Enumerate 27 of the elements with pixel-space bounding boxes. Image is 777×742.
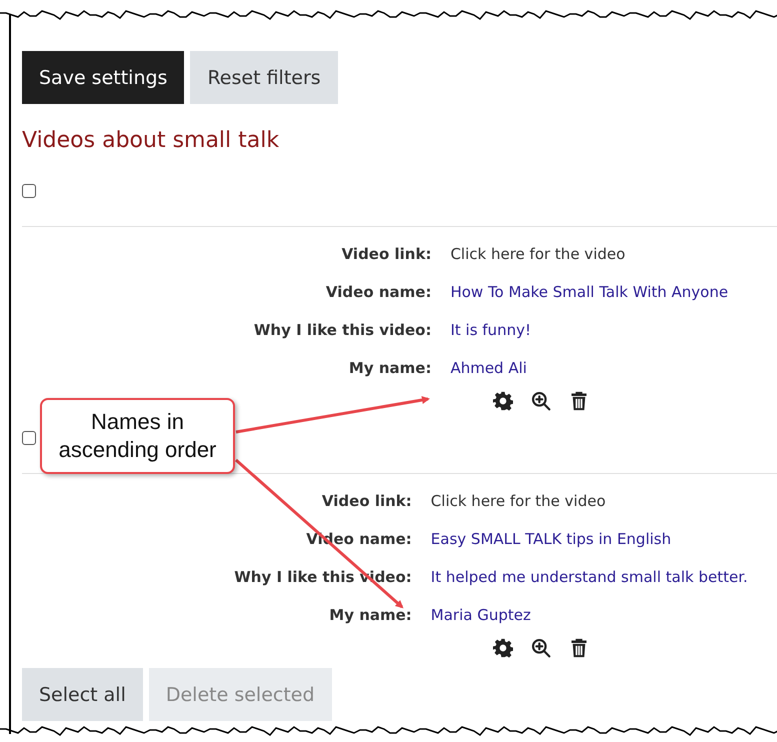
gear-icon[interactable]: [493, 638, 513, 658]
field-label: Video name:: [324, 282, 432, 303]
zoom-in-icon[interactable]: [531, 391, 551, 411]
field-value: Ahmed Ali: [450, 358, 528, 379]
checkbox[interactable]: [22, 184, 36, 198]
field-label: Video link:: [340, 244, 432, 265]
button[interactable]: Select all: [22, 668, 143, 721]
checkbox[interactable]: [22, 431, 36, 445]
field-value: Click here for the video: [450, 244, 626, 265]
field-value: It is funny!: [450, 320, 532, 341]
field-value: It helped me understand small talk better.: [430, 567, 748, 588]
field-value: Easy SMALL TALK tips in English: [430, 529, 672, 550]
button[interactable]: Reset filters: [190, 51, 338, 104]
field-value: Click here for the video: [430, 491, 607, 512]
field-label: Why I like this video:: [254, 320, 432, 341]
field-label: My name:: [348, 358, 432, 379]
field-value: Maria Guptez: [430, 605, 532, 626]
field-value: How To Make Small Talk With Anyone: [450, 282, 728, 303]
gear-icon[interactable]: [493, 391, 513, 411]
callout-text: Names in ascending order: [40, 398, 235, 474]
trash-icon[interactable]: [569, 638, 589, 658]
button[interactable]: Save settings: [22, 51, 184, 104]
section-heading: Videos about small talk: [22, 127, 280, 155]
field-label: Video link:: [320, 491, 412, 512]
zoom-in-icon[interactable]: [531, 638, 551, 658]
trash-icon[interactable]: [569, 391, 589, 411]
field-label: My name:: [328, 605, 412, 626]
